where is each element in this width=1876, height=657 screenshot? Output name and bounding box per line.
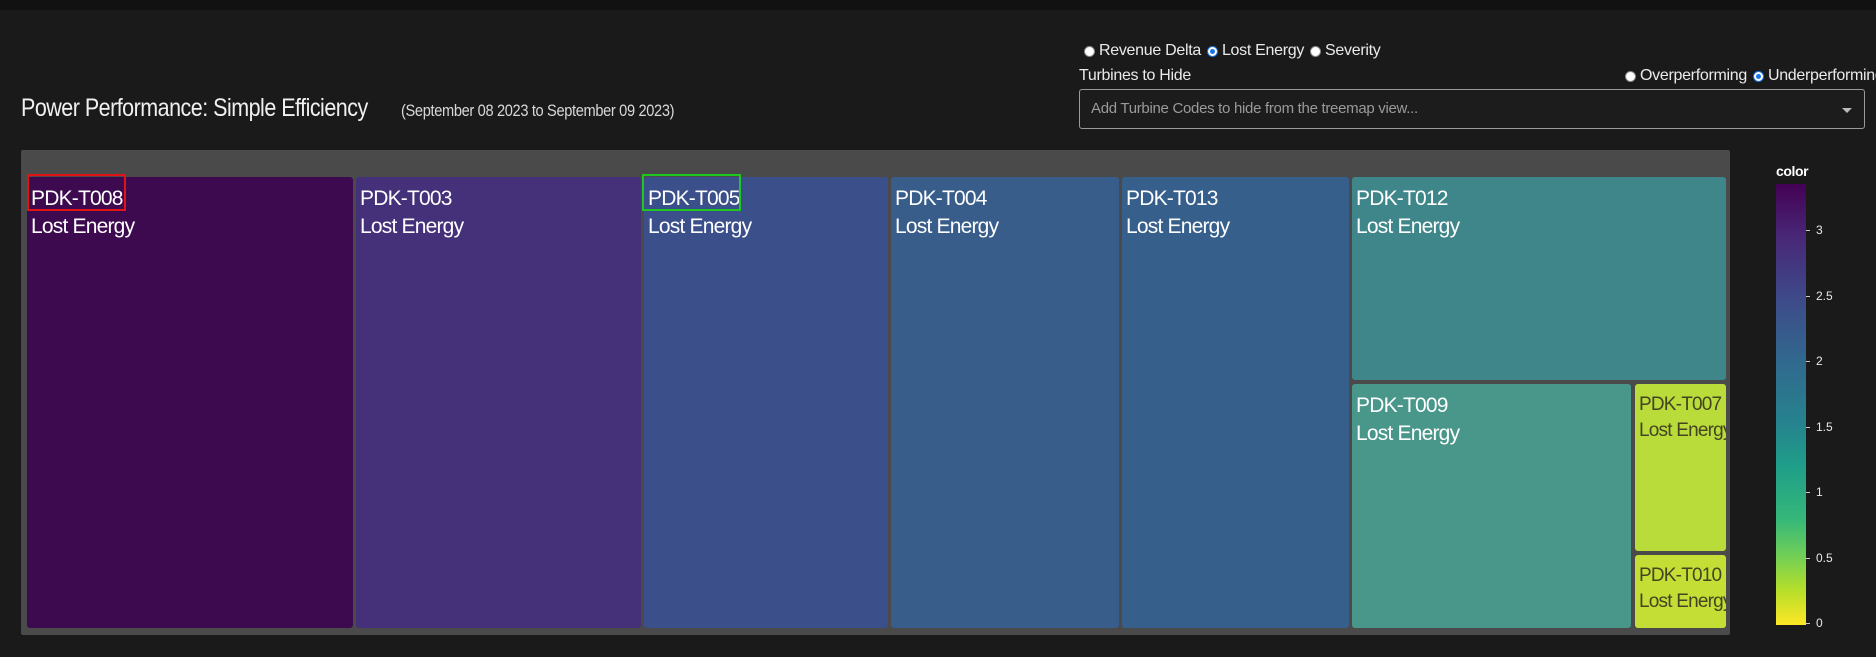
colorbar-tick-label: 2	[1816, 354, 1823, 368]
treemap-tile-pdk-t010[interactable]: PDK-T010 Lost Energy	[1635, 555, 1726, 628]
metric-radio-group: Revenue Delta Lost Energy Severity	[1084, 42, 1386, 60]
tile-metric: Lost Energy	[31, 215, 135, 238]
turbines-to-hide-label: Turbines to Hide	[1079, 67, 1191, 84]
colorbar-tick-label: 1	[1816, 485, 1823, 499]
tile-metric: Lost Energy	[1356, 215, 1460, 238]
treemap-tile-pdk-t004[interactable]: PDK-T004 Lost Energy	[891, 177, 1119, 628]
tile-metric: Lost Energy	[360, 215, 464, 238]
tile-name: PDK-T008	[31, 187, 123, 210]
treemap: PDK-T008 Lost Energy PDK-T003 Lost Energ…	[21, 150, 1730, 635]
radio-underperforming[interactable]: Underperforming	[1752, 67, 1876, 85]
treemap-tile-pdk-t007[interactable]: PDK-T007 Lost Energy	[1635, 384, 1726, 551]
treemap-tile-pdk-t008[interactable]: PDK-T008 Lost Energy	[27, 177, 353, 628]
colorbar-tick-label: 1.5	[1816, 420, 1833, 434]
tile-name: PDK-T005	[648, 187, 740, 210]
radio-overperforming[interactable]: Overperforming	[1625, 67, 1747, 85]
colorbar-tick-label: 0.5	[1816, 551, 1833, 565]
colorbar-tick-label: 0	[1816, 616, 1823, 630]
tile-metric: Lost Energy	[1639, 420, 1726, 441]
tile-name: PDK-T010	[1639, 565, 1722, 586]
page-header: Power Performance: Simple Efficiency (Se…	[21, 94, 718, 123]
radio-lost-energy[interactable]: Lost Energy	[1206, 42, 1304, 60]
colorbar-tickmark	[1806, 361, 1810, 362]
top-bar	[0, 0, 1876, 10]
radio-button[interactable]	[1084, 45, 1095, 57]
date-range-subtitle: (September 08 2023 to September 09 2023)	[400, 101, 674, 120]
radio-severity[interactable]: Severity	[1310, 42, 1381, 60]
dropdown-placeholder: Add Turbine Codes to hide from the treem…	[1091, 100, 1418, 117]
treemap-tile-pdk-t009[interactable]: PDK-T009 Lost Energy	[1352, 384, 1631, 628]
tile-metric: Lost Energy	[895, 215, 999, 238]
tile-metric: Lost Energy	[1126, 215, 1230, 238]
radio-button-selected[interactable]	[1206, 45, 1218, 57]
colorbar-tickmark	[1806, 427, 1810, 428]
tile-name: PDK-T007	[1639, 394, 1722, 415]
tile-name: PDK-T013	[1126, 187, 1218, 210]
colorbar-tick-label: 2.5	[1816, 289, 1833, 303]
radio-button-selected[interactable]	[1752, 70, 1764, 82]
treemap-tile-pdk-t005[interactable]: PDK-T005 Lost Energy	[644, 177, 888, 628]
chevron-down-icon[interactable]	[1842, 108, 1852, 113]
treemap-tile-pdk-t013[interactable]: PDK-T013 Lost Energy	[1122, 177, 1349, 628]
performance-radio-group: Overperforming Underperforming	[1625, 67, 1876, 85]
tile-name: PDK-T009	[1356, 394, 1448, 417]
colorbar-tick-label: 3	[1816, 223, 1823, 237]
colorbar-tickmark	[1806, 558, 1810, 559]
colorbar-tickmark	[1806, 492, 1810, 493]
colorbar-tickmark	[1806, 623, 1810, 624]
colorbar-tickmark	[1806, 230, 1810, 231]
tile-metric: Lost Energy	[648, 215, 752, 238]
treemap-tile-pdk-t003[interactable]: PDK-T003 Lost Energy	[356, 177, 641, 628]
radio-button[interactable]	[1310, 45, 1322, 57]
radio-button[interactable]	[1625, 70, 1636, 82]
colorbar	[1776, 184, 1806, 625]
tile-name: PDK-T003	[360, 187, 452, 210]
page-title: Power Performance: Simple Efficiency	[21, 94, 368, 122]
tile-metric: Lost Energy	[1356, 422, 1460, 445]
radio-revenue-delta[interactable]: Revenue Delta	[1084, 42, 1201, 60]
colorbar-title: color	[1776, 163, 1809, 179]
tile-name: PDK-T004	[895, 187, 987, 210]
tile-name: PDK-T012	[1356, 187, 1448, 210]
tile-metric: Lost Energy	[1639, 591, 1726, 612]
colorbar-tickmark	[1806, 296, 1810, 297]
turbines-to-hide-dropdown[interactable]: Add Turbine Codes to hide from the treem…	[1079, 89, 1865, 129]
treemap-tile-pdk-t012[interactable]: PDK-T012 Lost Energy	[1352, 177, 1726, 380]
